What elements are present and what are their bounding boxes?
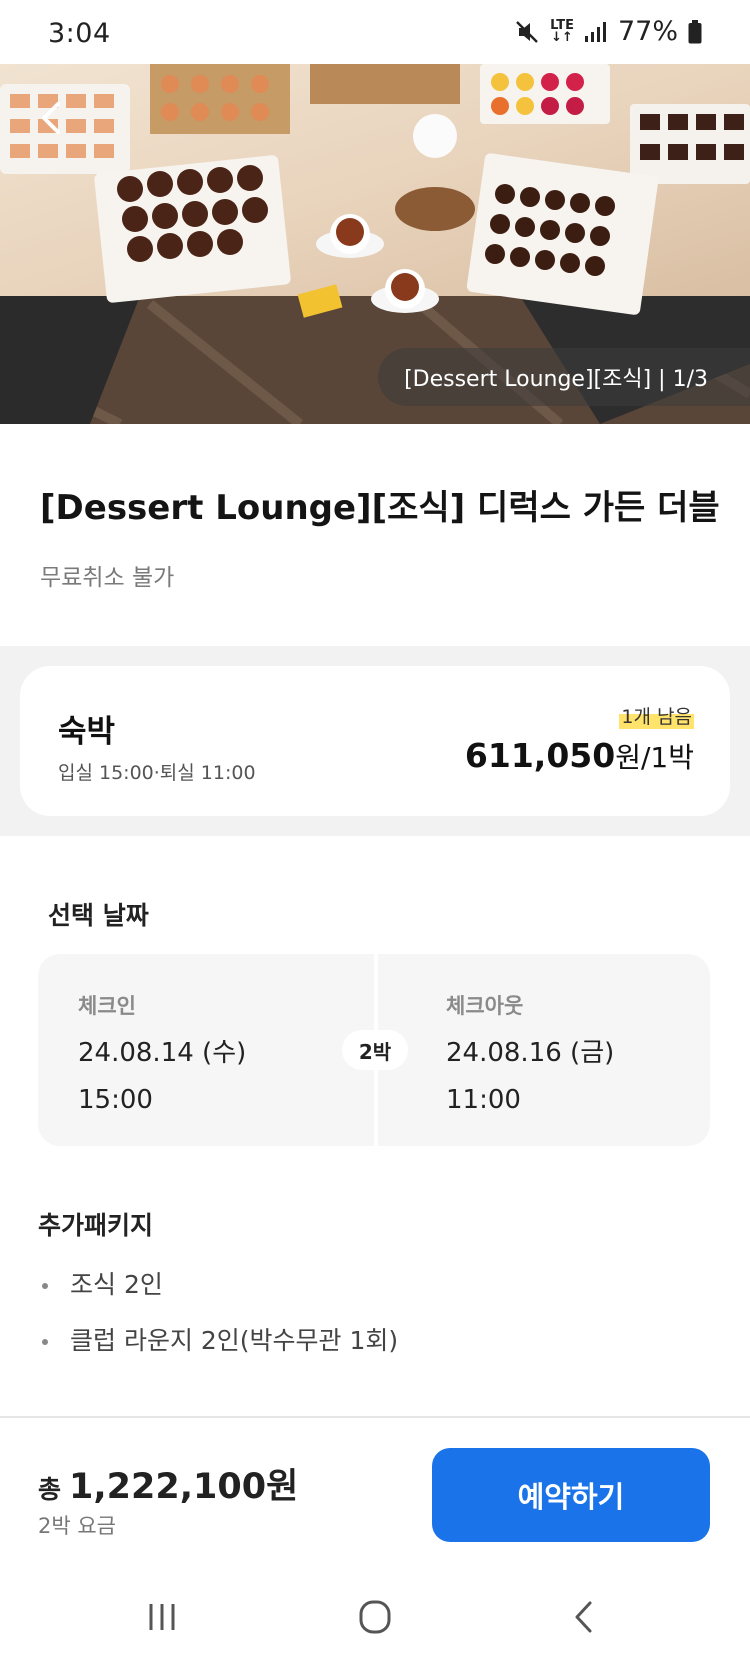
bottom-divider [0,1416,750,1418]
stay-card[interactable]: 숙박 입실 15:00·퇴실 11:00 1개 남음 611,050원/1박 [20,666,730,816]
checkout-label: 체크아웃 [446,994,524,1018]
total-prefix: 총 [38,1475,62,1504]
total-amount: 1,222,100원 [69,1467,299,1507]
status-icons: LTE ↓↑ 77% [514,16,702,47]
signal-icon [584,21,608,43]
package-heading: 추가패키지 [38,1211,154,1240]
date-selector[interactable]: 체크인 24.08.14 (수) 15:00 2박 체크아웃 24.08.16 … [38,954,710,1146]
system-nav-bar [0,1566,750,1667]
nightly-price: 611,050원/1박 [465,736,694,776]
lte-icon: LTE ↓↑ [550,17,574,45]
total-subtitle: 2박 요금 [38,1514,116,1538]
back-icon[interactable] [560,1596,610,1638]
reserve-button[interactable]: 예약하기 [432,1448,710,1542]
price-amount: 611,050 [464,736,616,775]
recent-apps-icon[interactable] [137,1596,187,1638]
mute-icon [514,19,540,45]
home-icon[interactable] [350,1596,400,1638]
hero-image[interactable]: [Dessert Lounge][조식] | 1/3 [0,64,750,424]
package-item: 클럽 라운지 2인(박수무관 1회) [38,1326,398,1382]
image-counter-badge: [Dessert Lounge][조식] | 1/3 [378,348,750,406]
back-arrow-icon[interactable] [30,96,74,140]
battery-icon [688,19,702,44]
checkin-checkout-times: 입실 15:00·퇴실 11:00 [58,762,256,784]
package-item: 조식 2인 [38,1270,398,1326]
checkin-column[interactable]: 체크인 24.08.14 (수) 15:00 [78,990,246,1115]
checkin-label: 체크인 [78,994,136,1018]
status-time: 3:04 [48,18,111,49]
price-per-night: /1박 [640,741,694,774]
selected-dates-heading: 선택 날짜 [48,901,149,930]
stay-type-label: 숙박 [58,714,116,750]
nights-badge: 2박 [342,1030,408,1070]
status-bar: 3:04 LTE ↓↑ 77% [0,0,750,64]
cancellation-policy: 무료취소 불가 [40,565,175,591]
price-currency: 원 [615,741,641,774]
checkout-date: 24.08.16 (금) [446,1038,615,1068]
checkout-time: 11:00 [446,1085,521,1115]
total-price: 총 1,222,100원 [38,1458,298,1509]
checkin-date: 24.08.14 (수) [78,1038,247,1068]
remaining-badge: 1개 남음 [619,702,694,729]
checkin-time: 15:00 [78,1085,153,1115]
room-title: [Dessert Lounge][조식] 디럭스 가든 더블 [40,488,720,528]
checkout-column[interactable]: 체크아웃 24.08.16 (금) 11:00 [446,990,614,1115]
package-list: 조식 2인 클럽 라운지 2인(박수무관 1회) [38,1270,398,1382]
battery-percent: 77% [617,16,678,47]
stay-section: 숙박 입실 15:00·퇴실 11:00 1개 남음 611,050원/1박 [0,646,750,836]
